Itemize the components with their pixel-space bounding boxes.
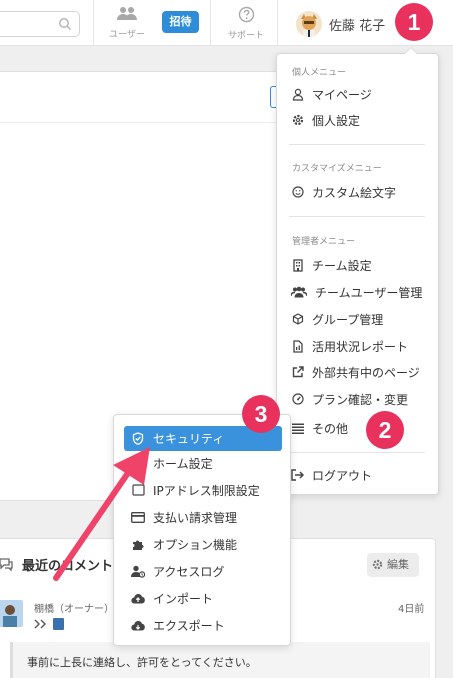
- comment-text: 事前に上長に連絡し、許可をとってください。: [10, 642, 430, 678]
- section-admin: 管理者メニュー: [292, 237, 356, 247]
- submenu-item-label: インポート: [153, 591, 214, 606]
- cloud-download-icon: [131, 618, 145, 632]
- edit-label: 編集: [387, 558, 409, 571]
- avatar[interactable]: [296, 11, 322, 37]
- divider: [289, 452, 425, 453]
- divider: [0, 122, 290, 123]
- submenu-item-label: オプション機能: [153, 537, 238, 552]
- ip-icon: [131, 483, 145, 497]
- menu-item-other[interactable]: その他: [291, 418, 348, 438]
- gauge-icon: [291, 393, 304, 406]
- external-link-icon: [291, 366, 304, 379]
- section-customize: カスタマイズメニュー: [292, 164, 382, 174]
- menu-item-label: マイページ: [312, 87, 372, 102]
- edit-button[interactable]: 編集: [367, 553, 419, 577]
- menu-item-team-settings[interactable]: チーム設定: [291, 255, 372, 275]
- commenter-avatar: [0, 600, 23, 627]
- gear-icon: [291, 114, 304, 127]
- submenu-item-label: 支払い請求管理: [153, 510, 238, 525]
- submenu-item-label: セキュリティ: [153, 432, 225, 446]
- shield-icon: [132, 432, 145, 445]
- menu-item-plan[interactable]: プラン確認・変更: [291, 389, 408, 409]
- cloud-upload-icon: [131, 591, 145, 605]
- users-icon: [291, 286, 307, 299]
- users-icon: [116, 7, 138, 25]
- top-bar: ユーザー 招待 サポート 佐藤 花子 1: [0, 0, 453, 46]
- user-name[interactable]: 佐藤 花子: [329, 15, 385, 34]
- step-badge-3: 3: [242, 395, 280, 433]
- nav-users[interactable]: ユーザー: [105, 6, 149, 40]
- list-icon: [291, 422, 304, 435]
- comment-icon: [0, 556, 14, 575]
- report-icon: [291, 339, 304, 353]
- menu-item-label: プラン確認・変更: [312, 392, 409, 407]
- divider: [289, 216, 425, 217]
- menu-item-logout[interactable]: ログアウト: [291, 465, 372, 485]
- search-icon: [58, 17, 72, 34]
- help-icon: [238, 6, 255, 26]
- submenu-item-label: IPアドレス制限設定: [153, 483, 260, 498]
- menu-item-label: チーム設定: [312, 258, 372, 273]
- smile-icon: [291, 186, 304, 199]
- menu-item-label: チームユーザー管理: [315, 285, 423, 300]
- step-badge-1: 1: [395, 3, 433, 41]
- user-log-icon: [131, 564, 145, 578]
- invite-button[interactable]: 招待: [162, 11, 199, 33]
- person-icon: [291, 88, 304, 101]
- submenu-item-export[interactable]: エクスポート: [131, 615, 225, 635]
- nav-users-label: ユーザー: [109, 30, 145, 40]
- gear-icon: [372, 555, 383, 579]
- menu-item-group-management[interactable]: グループ管理: [291, 309, 383, 329]
- menu-item-usage-report[interactable]: 活用状況レポート: [291, 336, 408, 356]
- menu-item-custom-emoji[interactable]: カスタム絵文字: [291, 182, 396, 202]
- submenu-item-label: ホーム設定: [153, 456, 213, 471]
- section-personal: 個人メニュー: [292, 68, 347, 78]
- menu-item-label: グループ管理: [312, 312, 384, 327]
- submenu-item-billing[interactable]: 支払い請求管理: [131, 507, 237, 527]
- divider: [210, 0, 211, 46]
- divider: [93, 0, 94, 46]
- divider: [289, 144, 425, 145]
- credit-card-icon: [131, 510, 145, 524]
- submenu-item-ip-restriction[interactable]: IPアドレス制限設定: [131, 480, 260, 500]
- submenu-item-access-log[interactable]: アクセスログ: [131, 561, 224, 581]
- page-icon: [53, 618, 64, 630]
- nav-support[interactable]: サポート: [222, 6, 270, 41]
- menu-item-team-users[interactable]: チームユーザー管理: [291, 282, 422, 302]
- menu-item-shared-pages[interactable]: 外部共有中のページ: [291, 362, 420, 382]
- menu-item-label: 外部共有中のページ: [312, 365, 420, 380]
- comment-date: 4日前: [398, 604, 425, 615]
- other-submenu: セキュリティ ホーム設定 IPアドレス制限設定 支払い請求管理 オプション機能 …: [113, 414, 291, 646]
- submenu-item-label: エクスポート: [153, 618, 225, 633]
- submenu-item-import[interactable]: インポート: [131, 588, 213, 608]
- building-icon: [291, 258, 304, 272]
- search-input[interactable]: [0, 11, 80, 37]
- logout-icon: [291, 469, 304, 482]
- step-badge-2: 2: [366, 411, 404, 449]
- submenu-item-options[interactable]: オプション機能: [131, 534, 237, 554]
- puzzle-icon: [131, 537, 145, 551]
- double-chevron-icon: [34, 618, 48, 632]
- home-icon: [131, 456, 145, 470]
- menu-item-label: 活用状況レポート: [312, 339, 409, 354]
- nav-support-label: サポート: [227, 31, 264, 41]
- submenu-item-label: アクセスログ: [153, 564, 225, 579]
- menu-item-label: ログアウト: [312, 468, 373, 483]
- menu-item-label: その他: [312, 421, 349, 436]
- cube-icon: [291, 313, 304, 326]
- user-menu: 個人メニュー マイページ 個人設定 カスタマイズメニュー カスタム絵文字 管理者…: [276, 47, 439, 495]
- menu-item-personal-settings[interactable]: 個人設定: [291, 110, 360, 130]
- menu-item-label: 個人設定: [312, 113, 361, 128]
- divider: [277, 0, 278, 46]
- submenu-item-home-settings[interactable]: ホーム設定: [131, 453, 213, 473]
- menu-item-label: カスタム絵文字: [312, 185, 397, 200]
- menu-item-mypage[interactable]: マイページ: [291, 84, 372, 104]
- comments-title: 最近のコメント: [22, 559, 114, 574]
- commenter-name: 棚橋（オーナー）: [34, 604, 114, 615]
